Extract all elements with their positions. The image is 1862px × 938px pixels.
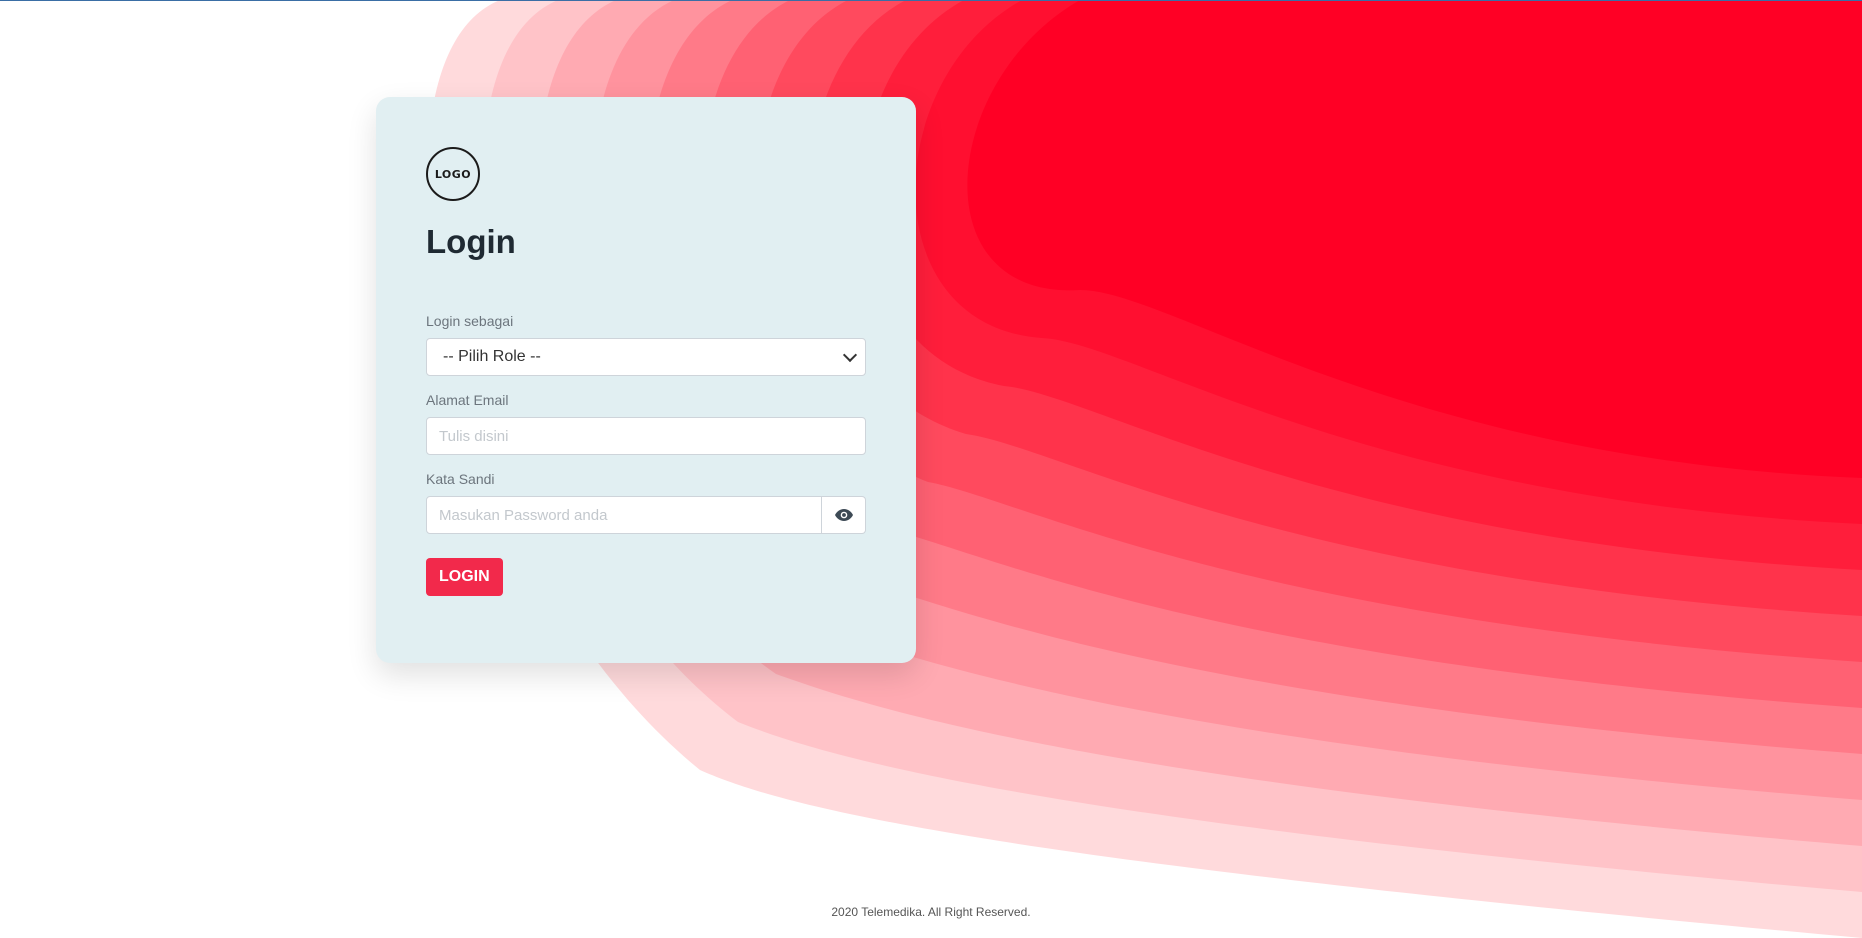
logo: LOGO [426,147,480,201]
email-label: Alamat Email [426,392,509,408]
chevron-down-icon [842,347,858,362]
role-select[interactable]: -- Pilih Role -- [426,338,866,376]
login-button[interactable]: LOGIN [426,558,503,596]
page-title: Login [426,223,516,260]
eye-icon [834,509,853,521]
email-field[interactable] [426,417,866,455]
background-waves [427,0,1862,938]
toggle-password-button[interactable] [822,496,866,534]
footer-copyright: 2020 Telemedika. All Right Reserved. [831,905,1031,919]
login-page: LOGO Login Login sebagai -- Pilih Role -… [0,0,1862,938]
password-group [426,496,866,534]
login-card: LOGO Login Login sebagai -- Pilih Role -… [376,97,916,663]
role-select-value: -- Pilih Role -- [443,348,541,365]
role-label: Login sebagai [426,313,514,329]
top-border [0,0,1862,1]
password-field[interactable] [426,496,822,534]
password-label: Kata Sandi [426,471,495,487]
